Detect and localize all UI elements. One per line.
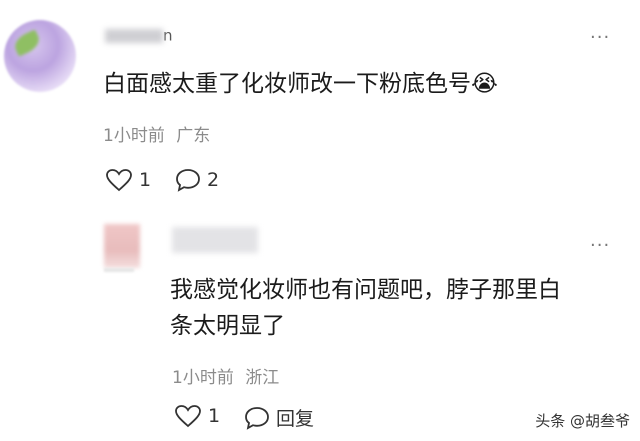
watermark: 头条 @胡叁爷 [535,412,630,430]
heart-icon [175,405,201,428]
author-name-suffix: n [163,26,174,45]
reply-text-line1: 我感觉化妆师也有问题吧，脖子那里白 [170,277,561,303]
reply-more-options-icon[interactable]: ... [590,230,610,251]
comment-bubble-icon [176,169,200,192]
reply-avatar[interactable] [104,224,140,268]
comment-body: 白面感太重了化妆师改一下粉底色号 [103,71,471,97]
reply-button-label: 回复 [276,408,315,430]
reply-time: 1小时前 [172,368,234,388]
reply-text: 我感觉化妆师也有问题吧，脖子那里白 条太明显了 [170,272,630,344]
reply-location: 浙江 [245,368,280,388]
more-options-icon[interactable]: ... [590,22,610,43]
crying-emoji-icon: 😭 [471,71,498,97]
comment-location: 广东 [176,126,211,146]
reply-avatar-shadow [104,268,134,272]
reply-author-name-blurred[interactable] [172,227,258,253]
author-name-blurred [105,28,163,43]
comment-text: 白面感太重了化妆师改一下粉底色号😭 [103,66,498,102]
avatar-leaf [11,29,43,57]
reply-like-count: 1 [208,405,221,427]
comment-meta: 1小时前 广东 [103,121,210,146]
reply-text-line2: 条太明显了 [170,313,285,339]
reply-button[interactable]: 回复 [244,404,314,431]
reply-meta: 1小时前 浙江 [172,363,279,388]
reply-count-button[interactable]: 2 [175,168,219,192]
reply-count: 2 [207,169,220,191]
heart-icon [106,169,132,192]
reply-like-button[interactable]: 1 [174,404,220,428]
author-name[interactable]: n [105,26,181,45]
avatar[interactable] [4,20,76,92]
like-count: 1 [139,169,152,191]
comment-bubble-icon [245,406,269,430]
comment-time: 1小时前 [103,126,165,146]
like-button[interactable]: 1 [105,168,151,192]
